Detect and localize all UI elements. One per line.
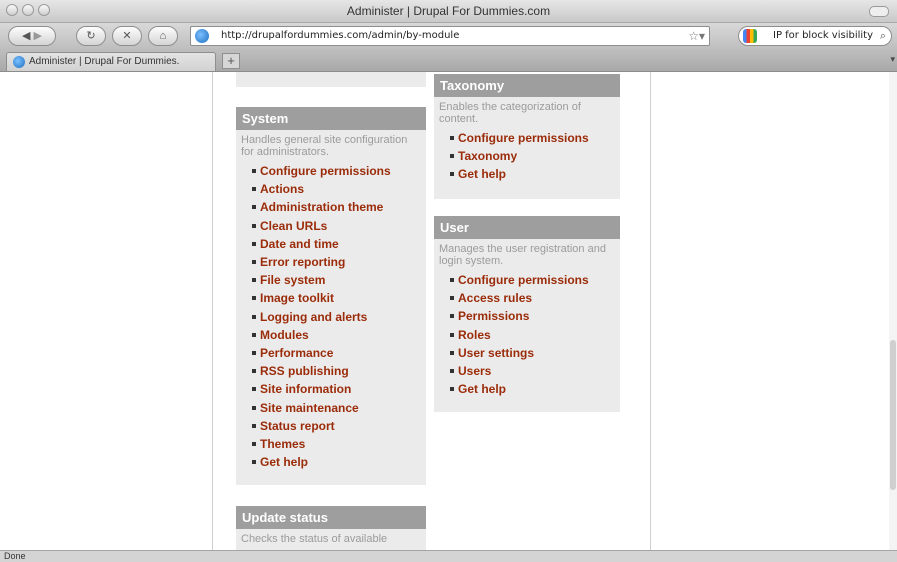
update-status-panel-title: Update status — [236, 506, 426, 529]
list-item[interactable]: Roles — [434, 326, 620, 344]
bookmark-star-icon[interactable]: ☆▾ — [688, 27, 705, 45]
list-item[interactable]: Configure permissions — [434, 271, 620, 289]
status-text: Done — [4, 551, 26, 561]
address-bar[interactable]: http://drupalfordummies.com/admin/by-mod… — [190, 26, 710, 46]
list-item[interactable]: Performance — [236, 344, 426, 362]
list-item[interactable]: Get help — [434, 380, 620, 398]
browser-toolbar: ◀ ▶ ↻ ✕ ⌂ http://drupalfordummies.com/ad… — [0, 23, 897, 51]
vertical-scrollbar[interactable] — [889, 72, 897, 550]
list-item[interactable]: Image toolkit — [236, 289, 426, 307]
list-item[interactable]: Logging and alerts — [236, 308, 426, 326]
reload-icon: ↻ — [86, 30, 96, 42]
list-item[interactable]: Taxonomy — [434, 147, 620, 165]
taxonomy-panel: Taxonomy Enables the categorization of c… — [434, 74, 620, 199]
home-icon: ⌂ — [159, 30, 167, 42]
list-item[interactable]: Configure permissions — [236, 162, 426, 180]
list-item[interactable]: Site maintenance — [236, 399, 426, 417]
tab-overflow-icon[interactable]: ▾ — [890, 54, 895, 65]
list-item[interactable]: Get help — [434, 165, 620, 183]
search-engine-icon[interactable] — [743, 29, 757, 43]
scrollbar-thumb[interactable] — [890, 340, 896, 490]
list-item[interactable]: Administration theme — [236, 198, 426, 216]
user-panel-title: User — [434, 216, 620, 239]
system-panel: System Handles general site configuratio… — [236, 107, 426, 485]
list-item[interactable]: Get help — [236, 453, 426, 471]
window-title: Administer | Drupal For Dummies.com — [346, 4, 551, 18]
column-divider-left — [212, 72, 213, 550]
list-item[interactable]: Permissions — [434, 307, 620, 325]
url-text: http://drupalfordummies.com/admin/by-mod… — [221, 30, 460, 41]
column-divider-right — [650, 72, 651, 550]
back-forward-buttons[interactable]: ◀ ▶ — [8, 26, 56, 46]
reload-button[interactable]: ↻ — [76, 26, 106, 46]
tab-label: Administer | Drupal For Dummies. — [29, 56, 180, 67]
tab-bar: Administer | Drupal For Dummies. + ▾ — [0, 51, 897, 72]
list-item[interactable]: Date and time — [236, 235, 426, 253]
list-item[interactable]: Site information — [236, 380, 426, 398]
status-bar: Done — [0, 550, 897, 562]
list-item[interactable]: Users — [434, 362, 620, 380]
back-arrow-icon[interactable]: ◀ — [22, 30, 30, 42]
previous-panel-remnant — [236, 72, 426, 87]
home-button[interactable]: ⌂ — [148, 26, 178, 46]
taxonomy-panel-title: Taxonomy — [434, 74, 620, 97]
list-item[interactable]: Clean URLs — [236, 217, 426, 235]
user-panel: User Manages the user registration and l… — [434, 216, 620, 412]
system-panel-title: System — [236, 107, 426, 130]
search-icon[interactable]: ⌕ — [880, 27, 886, 45]
stop-icon: ✕ — [122, 30, 132, 42]
site-favicon-icon — [195, 29, 209, 43]
list-item[interactable]: Actions — [236, 180, 426, 198]
taxonomy-panel-description: Enables the categorization of content. — [439, 101, 581, 125]
list-item[interactable]: File system — [236, 271, 426, 289]
list-item[interactable]: Error reporting — [236, 253, 426, 271]
system-link-list: Configure permissions Actions Administra… — [236, 160, 426, 471]
list-item[interactable]: Access rules — [434, 289, 620, 307]
list-item[interactable]: Modules — [236, 326, 426, 344]
search-field[interactable]: IP for block visibility ⌕ — [738, 26, 892, 46]
list-item[interactable]: Configure permissions — [434, 129, 620, 147]
search-input-text: IP for block visibility — [773, 30, 874, 41]
page-content: System Handles general site configuratio… — [0, 72, 897, 550]
user-panel-description: Manages the user registration and login … — [439, 243, 606, 267]
update-status-panel-description: Checks the status of available — [241, 533, 388, 545]
list-item[interactable]: Themes — [236, 435, 426, 453]
list-item[interactable]: RSS publishing — [236, 362, 426, 380]
forward-arrow-icon[interactable]: ▶ — [34, 30, 42, 42]
update-status-panel: Update status Checks the status of avail… — [236, 506, 426, 550]
tab-administer[interactable]: Administer | Drupal For Dummies. — [6, 52, 216, 71]
stop-button[interactable]: ✕ — [112, 26, 142, 46]
taxonomy-link-list: Configure permissions Taxonomy Get help — [434, 127, 620, 184]
window-titlebar: Administer | Drupal For Dummies.com — [0, 0, 897, 23]
tab-favicon-icon — [13, 56, 25, 68]
toolbar-toggle-icon[interactable] — [869, 6, 889, 17]
list-item[interactable]: User settings — [434, 344, 620, 362]
system-panel-description: Handles general site configuration for a… — [241, 134, 408, 158]
new-tab-button[interactable]: + — [222, 53, 240, 69]
list-item[interactable]: Status report — [236, 417, 426, 435]
user-link-list: Configure permissions Access rules Permi… — [434, 269, 620, 398]
